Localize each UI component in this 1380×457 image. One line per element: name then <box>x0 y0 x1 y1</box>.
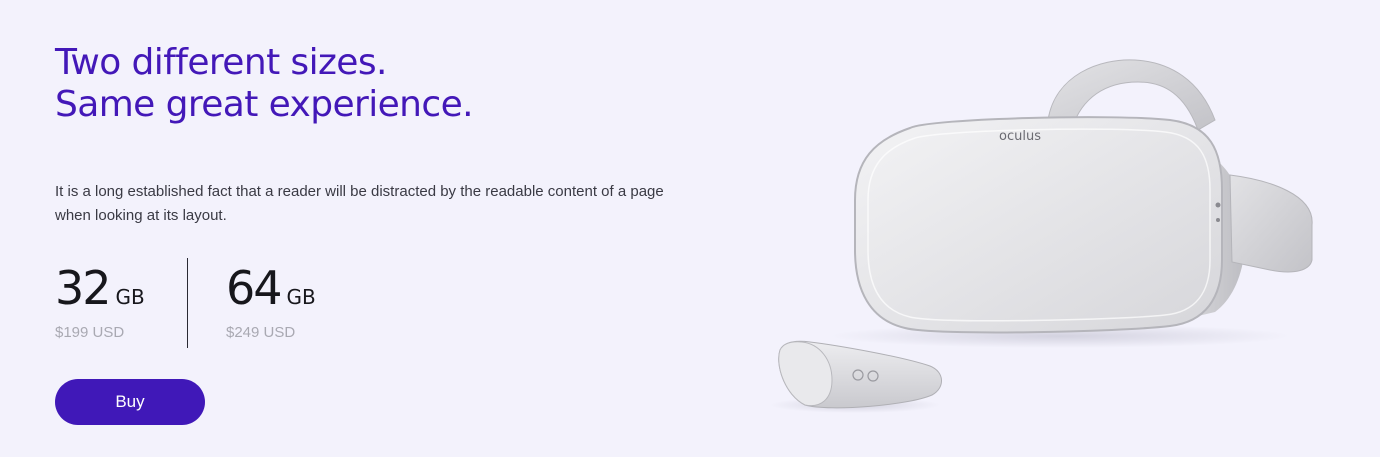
storage-price: $249 USD <box>226 324 296 341</box>
headset-brand-text: oculus <box>999 129 1041 144</box>
storage-divider <box>187 258 188 348</box>
hero-section: Two different sizes. Same great experien… <box>0 0 1380 457</box>
headline-line-2: Same great experience. <box>55 84 474 125</box>
storage-size-number: 32 <box>55 261 112 315</box>
headline: Two different sizes. Same great experien… <box>55 42 474 126</box>
storage-size: 64 GB <box>226 258 366 318</box>
storage-size-number: 64 <box>226 261 283 315</box>
description: It is a long established fact that a rea… <box>55 183 664 224</box>
storage-size-unit: GB <box>286 285 316 309</box>
vr-headset-image: oculus <box>770 59 1313 413</box>
side-button-icon <box>1215 202 1221 208</box>
storage-option-64gb: 64 GB $249 USD <box>226 258 366 341</box>
storage-size: 32 GB <box>55 258 195 318</box>
buy-button[interactable]: Buy <box>55 379 205 425</box>
headline-line-1: Two different sizes. <box>55 42 387 83</box>
side-strap <box>1229 174 1313 273</box>
headset-front-face <box>854 116 1223 334</box>
side-button-icon <box>1216 218 1220 222</box>
storage-size-unit: GB <box>115 285 145 309</box>
storage-option-32gb: 32 GB $199 USD <box>55 258 195 341</box>
storage-price: $199 USD <box>55 324 125 341</box>
